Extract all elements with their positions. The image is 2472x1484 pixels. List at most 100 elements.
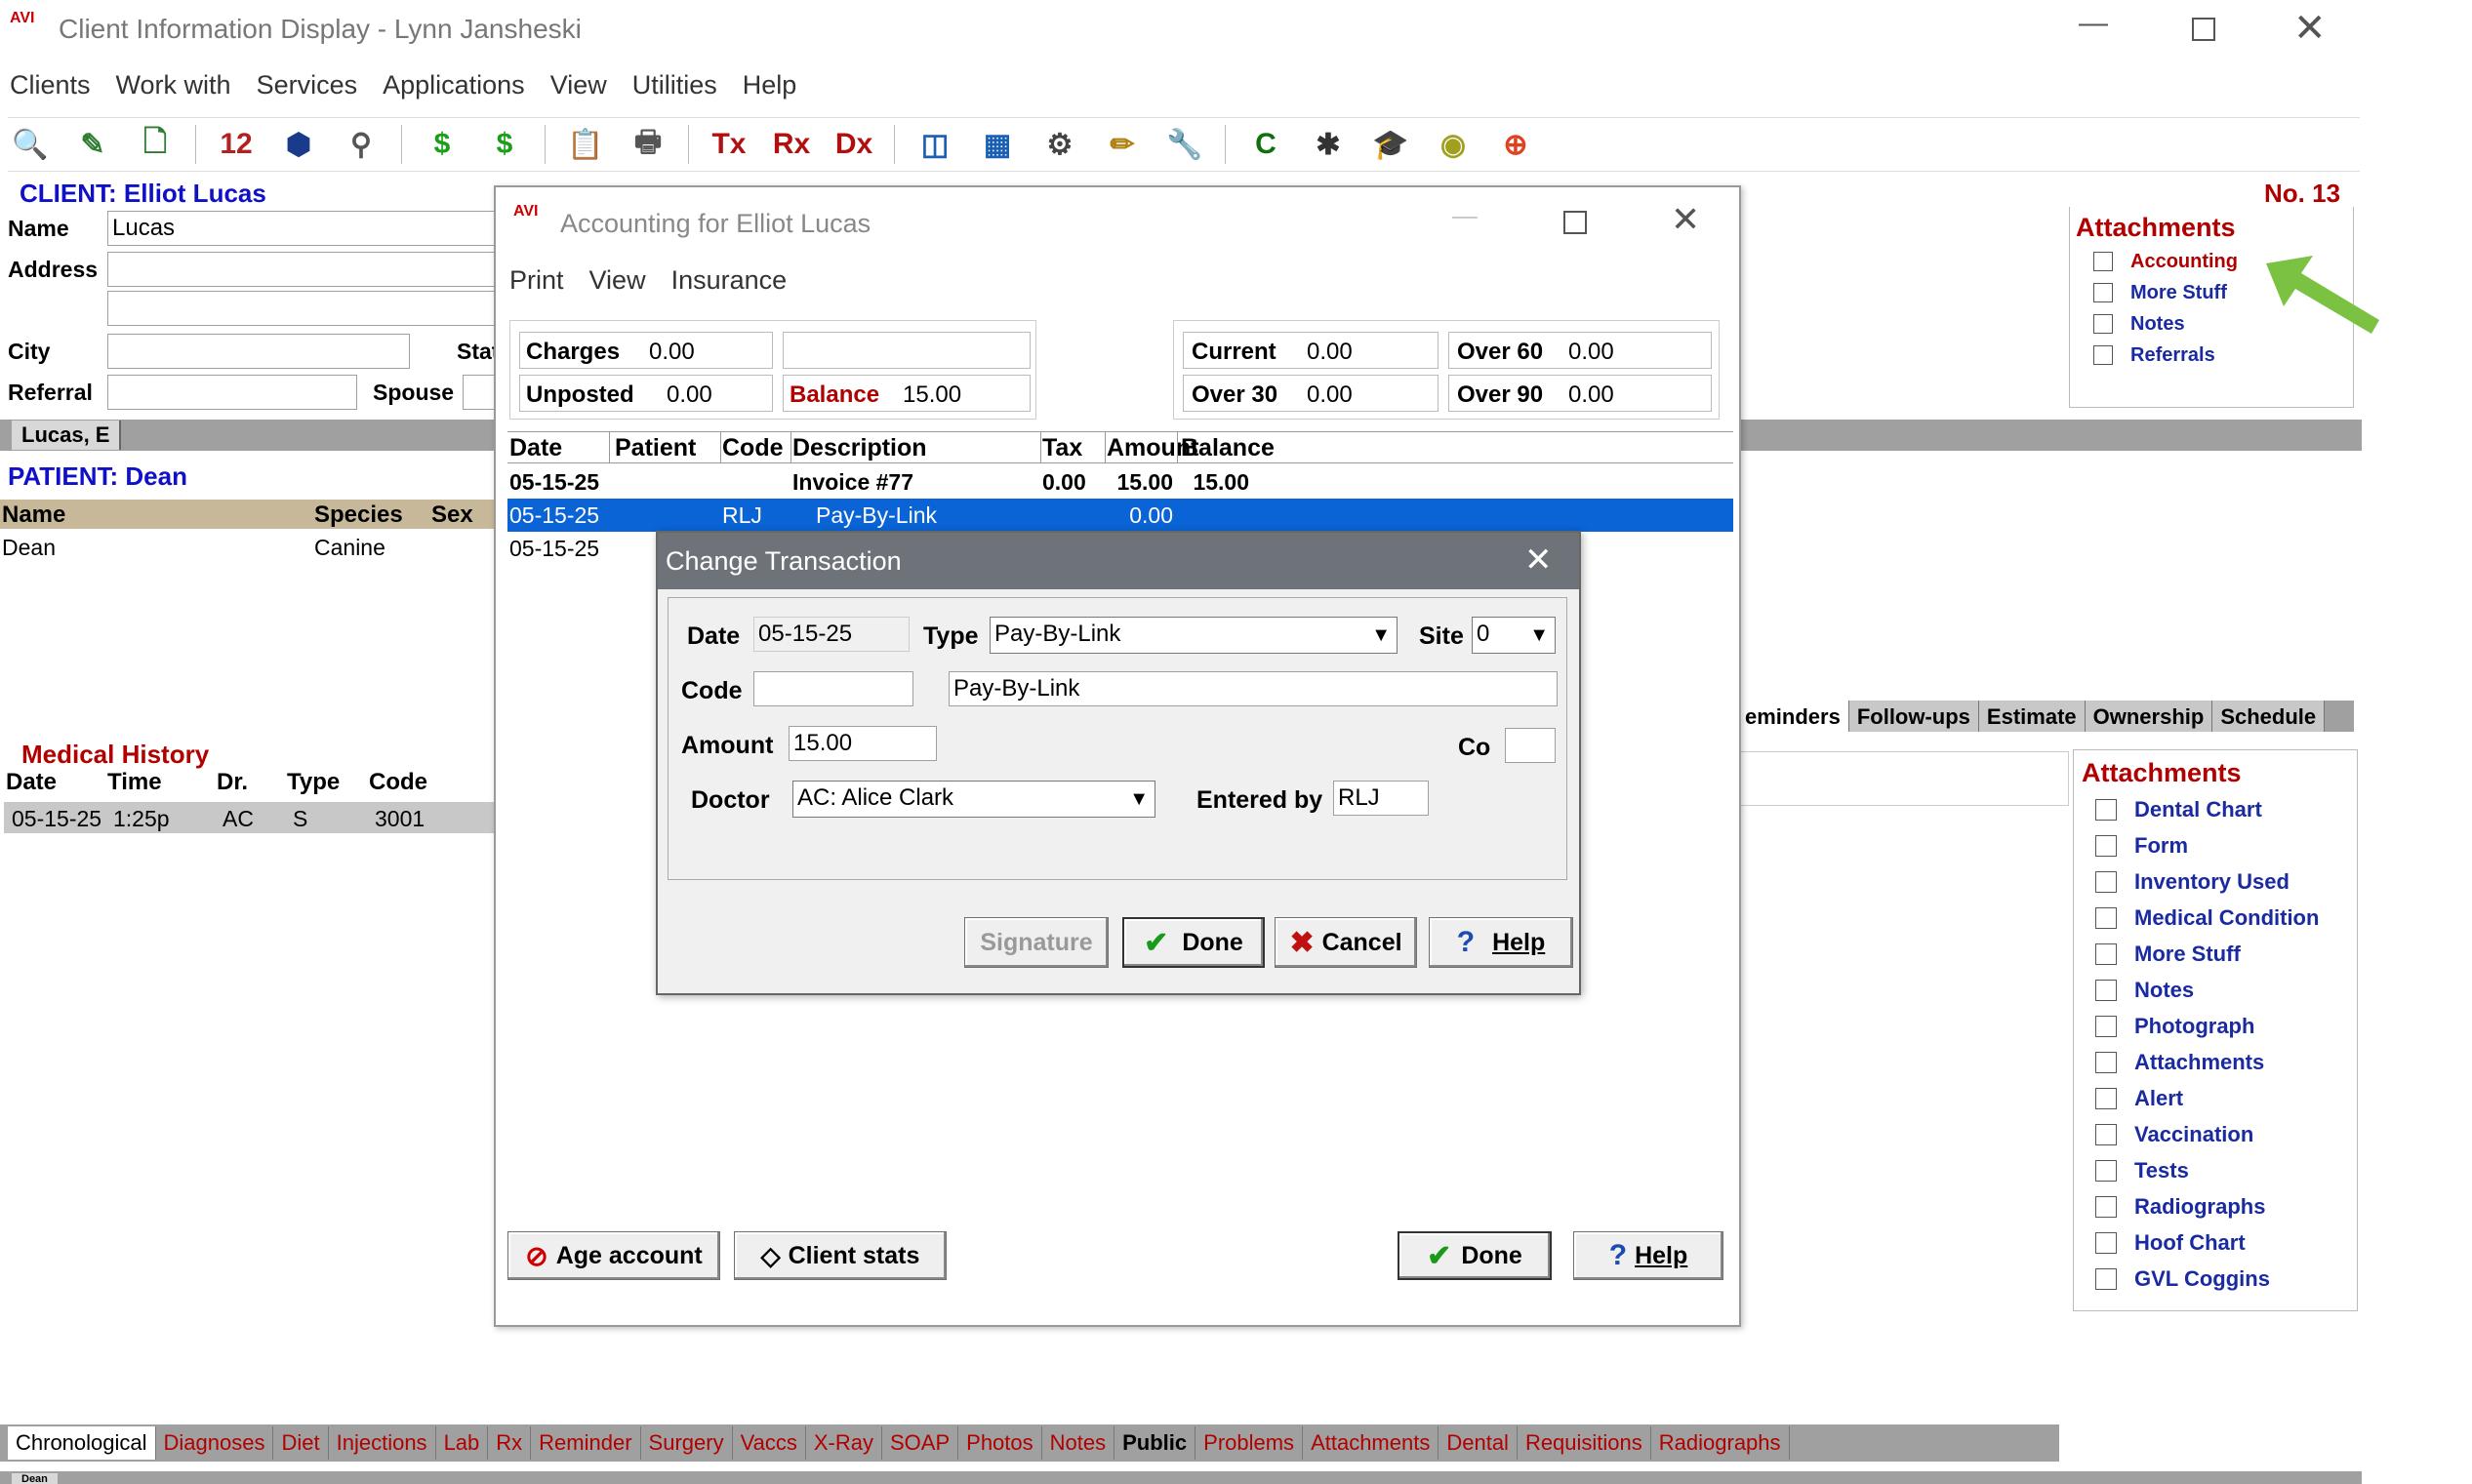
checkbox[interactable] [2095,1267,2117,1290]
tab-estimate[interactable]: Estimate [1978,701,2086,732]
accounting-menu-insurance[interactable]: Insurance [671,265,788,296]
signature-button[interactable]: Signature [964,917,1109,968]
minimize-button[interactable]: — [2079,9,2108,43]
pencil-icon[interactable]: ✏ [1100,122,1145,167]
tab-diet[interactable]: Diet [273,1426,329,1460]
tab-diagnoses[interactable]: Diagnoses [156,1426,274,1460]
checkbox[interactable] [2095,1231,2117,1254]
clipboard-icon[interactable]: 📋 [563,122,608,167]
checkbox[interactable] [2095,1159,2117,1182]
accounting-help-button[interactable]: ? Help [1573,1231,1723,1280]
transaction-row[interactable]: 05-15-25 Invoice #77 0.00 15.00 15.00 [507,465,1733,499]
patient-tab[interactable]: Dean [12,1473,58,1484]
accounting-done-button[interactable]: ✔ Done [1398,1231,1552,1280]
tab-follow-ups[interactable]: Follow-ups [1848,701,1979,732]
tab-requisitions[interactable]: Requisitions [1518,1426,1651,1460]
attachment-notes[interactable]: Notes [2093,308,2238,340]
tab-reminder[interactable]: Reminder [531,1426,641,1460]
tab-problems[interactable]: Problems [1195,1426,1304,1460]
tools-icon[interactable]: ⚙ [1037,122,1082,167]
amount-field[interactable]: 15.00 [789,726,937,761]
tab-schedule[interactable]: Schedule [2212,701,2326,732]
accounting-maximize-button[interactable] [1563,211,1587,234]
tab-public[interactable]: Public [1114,1426,1196,1460]
attachment-vaccination[interactable]: Vaccination [2095,1116,2319,1152]
dx-icon[interactable]: Dx [831,122,876,167]
checkbox[interactable] [2095,943,2117,965]
tab-radiographs[interactable]: Radiographs [1651,1426,1790,1460]
dialog-close-button[interactable]: ✕ [1524,541,1553,580]
tab-injections[interactable]: Injections [329,1426,436,1460]
attachment-referrals[interactable]: Referrals [2093,340,2238,371]
checkbox[interactable] [2095,1195,2117,1218]
maximize-button[interactable] [2192,18,2215,41]
attachment-more-stuff[interactable]: More Stuff [2093,277,2238,308]
printer-icon[interactable]: 🖶 [626,122,670,167]
menu-applications[interactable]: Applications [383,70,525,105]
dollar-add-icon[interactable]: $ [482,122,527,167]
attachment-accounting[interactable]: Accounting [2093,246,2238,277]
dialog-done-button[interactable]: ✔ Done [1122,917,1265,968]
city-field[interactable] [107,334,410,369]
new-document-icon[interactable]: 🗋 [133,122,178,167]
tab-lab[interactable]: Lab [436,1426,489,1460]
checkbox[interactable] [2095,1051,2117,1073]
dialog-help-button[interactable]: ? Help [1429,917,1573,968]
menu-utilities[interactable]: Utilities [632,70,717,105]
type-select[interactable]: Pay-By-Link ▼ [990,617,1398,654]
edit-icon[interactable]: ✎ [70,122,115,167]
lifebuoy-icon[interactable]: ⊕ [1493,122,1538,167]
tx-icon[interactable]: Tx [707,122,751,167]
medical-history-row[interactable]: 05-15-25 1:25p AC S 3001 [4,802,500,833]
checkbox[interactable] [2095,1015,2117,1037]
preview-icon[interactable]: ◫ [912,122,957,167]
cc-icon[interactable]: C [1243,122,1288,167]
tab-ownership[interactable]: Ownership [2085,701,2213,732]
transaction-row[interactable]: 05-15-25 RLJ Pay-By-Link 0.00 [507,499,1733,532]
checkbox[interactable] [2095,906,2117,929]
tab-x-ray[interactable]: X-Ray [806,1426,882,1460]
doctor-select[interactable]: AC: Alice Clark ▼ [792,781,1155,818]
bug-icon[interactable]: ✱ [1306,122,1351,167]
name-field[interactable]: Lucas [107,211,498,246]
calendar-icon[interactable]: 12 [214,122,259,167]
attachment-hoof-chart[interactable]: Hoof Chart [2095,1224,2319,1261]
search-icon[interactable]: 🔍 [8,122,53,167]
attachment-attachments[interactable]: Attachments [2095,1044,2319,1080]
checkbox[interactable] [2095,979,2117,1001]
seal-icon[interactable]: ◉ [1431,122,1476,167]
age-account-button[interactable]: ⊘ Age account [507,1231,720,1280]
box-icon[interactable]: ⬢ [276,122,321,167]
dollar-icon[interactable]: $ [420,122,465,167]
menu-services[interactable]: Services [257,70,358,105]
checkbox[interactable] [2093,283,2113,302]
tab-photos[interactable]: Photos [958,1426,1042,1460]
menu-view[interactable]: View [550,70,607,105]
checkbox[interactable] [2095,1123,2117,1145]
tab-eminders[interactable]: eminders [1737,701,1849,732]
attachment-form[interactable]: Form [2095,827,2319,863]
attachment-dental-chart[interactable]: Dental Chart [2095,791,2319,827]
graduation-icon[interactable]: 🎓 [1368,122,1413,167]
menu-help[interactable]: Help [743,70,797,105]
checkbox[interactable] [2095,834,2117,857]
client-stats-button[interactable]: ◇ Client stats [734,1231,947,1280]
accounting-close-button[interactable]: ✕ [1671,199,1700,240]
accounting-menu-view[interactable]: View [589,265,646,296]
site-select[interactable]: 0 ▼ [1472,617,1556,654]
client-tab[interactable]: Lucas, E [12,421,122,450]
attachment-medical-condition[interactable]: Medical Condition [2095,900,2319,936]
tab-vaccs[interactable]: Vaccs [733,1426,806,1460]
checkbox[interactable] [2093,252,2113,271]
address-line2-field[interactable] [107,291,498,326]
tab-rx[interactable]: Rx [488,1426,532,1460]
wrench-icon[interactable]: 🔧 [1162,122,1207,167]
accounting-menu-print[interactable]: Print [509,265,564,296]
attachment-inventory-used[interactable]: Inventory Used [2095,863,2319,900]
description-field[interactable]: Pay-By-Link [949,671,1558,706]
dialog-cancel-button[interactable]: ✖ Cancel [1275,917,1417,968]
menu-work-with[interactable]: Work with [116,70,231,105]
checkbox[interactable] [2093,345,2113,365]
tab-soap[interactable]: SOAP [882,1426,959,1460]
accounting-minimize-button[interactable] [1452,217,1478,219]
